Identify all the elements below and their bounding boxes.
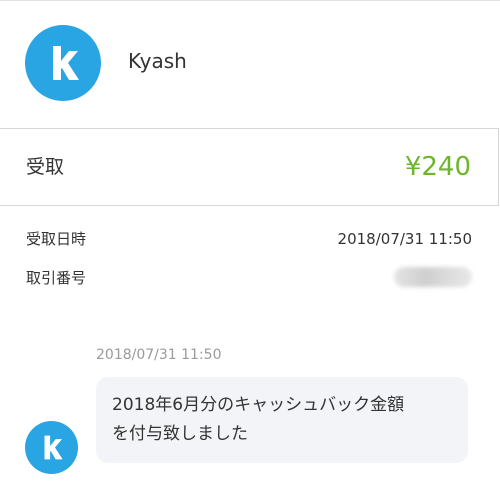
transaction-number-value-blurred	[394, 267, 472, 287]
message-sender-avatar	[25, 421, 78, 474]
top-divider	[0, 0, 500, 1]
kyash-logo-icon	[44, 435, 63, 460]
message-timestamp: 2018/07/31 11:50	[96, 347, 222, 363]
transaction-type-label: 受取	[26, 156, 65, 178]
message-line: を付与致しました	[112, 424, 248, 444]
message-line: 2018年6月分のキャッシュバック金額	[112, 395, 405, 415]
amount-row: 受取 ¥240	[0, 128, 499, 206]
message-bubble: 2018年6月分のキャッシュバック金額 を付与致しました	[96, 377, 468, 463]
transaction-detail-screen: Kyash 受取 ¥240 受取日時 2018/07/31 11:50 取引番号…	[0, 0, 500, 499]
transaction-amount: ¥240	[404, 152, 471, 182]
kyash-logo-icon	[53, 46, 79, 80]
received-datetime-label: 受取日時	[26, 230, 87, 248]
sender-avatar	[25, 25, 101, 101]
sender-name: Kyash	[128, 49, 187, 73]
received-datetime-value: 2018/07/31 11:50	[337, 230, 472, 248]
transaction-number-label: 取引番号	[26, 269, 87, 287]
